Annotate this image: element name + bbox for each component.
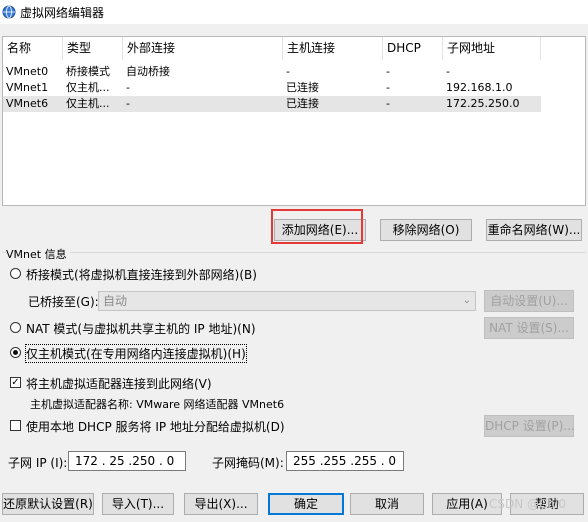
cell-host: 已连接	[286, 97, 319, 110]
highlight-box	[271, 209, 363, 244]
subnet-mask-label: 子网掩码(M):	[212, 456, 284, 470]
column-header-external[interactable]: 外部连接	[123, 37, 283, 60]
cell-type: 仅主机...	[66, 97, 110, 110]
group-label: VMnet 信息	[6, 246, 70, 262]
auto-settings-button[interactable]: 自动设置(U)...	[484, 290, 574, 312]
cancel-button[interactable]: 取消	[350, 493, 424, 515]
bridged-to-label: 已桥接至(G):	[28, 295, 99, 309]
use-dhcp-label[interactable]: 使用本地 DHCP 服务将 IP 地址分配给虚拟机(D)	[26, 418, 285, 435]
cell-dhcp: -	[386, 81, 390, 94]
cell-subnet: 172.25.250.0	[446, 97, 520, 110]
column-header-name[interactable]: 名称	[3, 37, 63, 60]
window-title: 虚拟网络编辑器	[20, 6, 105, 20]
subnet-mask-input[interactable]: 255 .255 .255 . 0	[286, 451, 404, 471]
cell-type: 桥接模式	[66, 65, 110, 78]
network-globe-icon	[2, 5, 16, 19]
remove-network-button[interactable]: 移除网络(O)	[380, 219, 472, 241]
restore-defaults-button[interactable]: 还原默认设置(R)	[2, 493, 94, 515]
hostonly-radio[interactable]	[10, 347, 21, 358]
use-dhcp-checkbox[interactable]	[10, 420, 21, 431]
cell-subnet: -	[446, 65, 450, 78]
bridged-to-select[interactable]: 自动 ⌄	[98, 291, 476, 311]
network-list[interactable]: 名称 类型 外部连接 主机连接 DHCP 子网地址 VMnet0 桥接模式 自动…	[2, 36, 586, 206]
nat-settings-button[interactable]: NAT 设置(S)...	[484, 317, 574, 339]
cell-name: VMnet0	[6, 65, 49, 78]
cell-dhcp: -	[386, 97, 390, 110]
bridged-label[interactable]: 桥接模式(将虚拟机直接连接到外部网络)(B)	[26, 266, 257, 283]
connect-adapter-checkbox[interactable]: ✓	[10, 377, 21, 388]
cell-external: -	[126, 81, 130, 94]
nat-radio[interactable]	[10, 322, 21, 333]
table-row[interactable]: VMnet1 仅主机... - 已连接 - 192.168.1.0	[3, 80, 541, 96]
hostonly-label[interactable]: 仅主机模式(在专用网络内连接虚拟机)(H)	[25, 344, 247, 363]
table-row-selected[interactable]: VMnet6 仅主机... - 已连接 - 172.25.250.0	[3, 96, 541, 112]
cell-host: 已连接	[286, 81, 319, 94]
cell-subnet: 192.168.1.0	[446, 81, 513, 94]
column-header-subnet[interactable]: 子网地址	[443, 37, 541, 60]
cell-name: VMnet1	[6, 81, 49, 94]
export-button[interactable]: 导出(X)...	[184, 493, 258, 515]
adapter-name-text: 主机虚拟适配器名称: VMware 网络适配器 VMnet6	[30, 398, 285, 411]
cell-host: -	[286, 65, 290, 78]
column-header-type[interactable]: 类型	[63, 37, 123, 60]
cell-external: -	[126, 97, 130, 110]
group-divider	[2, 252, 586, 253]
cell-dhcp: -	[386, 65, 390, 78]
column-header-host[interactable]: 主机连接	[283, 37, 383, 60]
bridged-radio[interactable]	[10, 268, 21, 279]
watermark: CSDN @Chi0	[489, 497, 566, 511]
bridged-to-value: 自动	[103, 294, 128, 308]
rename-network-button[interactable]: 重命名网络(W)...	[486, 219, 582, 241]
subnet-ip-input[interactable]: 172 . 25 .250 . 0	[68, 451, 186, 471]
chevron-down-icon: ⌄	[462, 295, 471, 306]
connect-adapter-label[interactable]: 将主机虚拟适配器连接到此网络(V)	[26, 375, 212, 392]
cell-type: 仅主机...	[66, 81, 110, 94]
ok-button[interactable]: 确定	[268, 493, 344, 515]
import-button[interactable]: 导入(T)...	[102, 493, 174, 515]
table-row[interactable]: VMnet0 桥接模式 自动桥接 - - -	[3, 64, 541, 80]
title-bar: 虚拟网络编辑器	[0, 0, 588, 24]
nat-label[interactable]: NAT 模式(与虚拟机共享主机的 IP 地址)(N)	[26, 320, 256, 337]
subnet-ip-label: 子网 IP (I):	[8, 456, 68, 470]
cell-external: 自动桥接	[126, 65, 170, 78]
cell-name: VMnet6	[6, 97, 49, 110]
column-header-dhcp[interactable]: DHCP	[383, 37, 443, 60]
dhcp-settings-button[interactable]: DHCP 设置(P)...	[484, 415, 575, 437]
